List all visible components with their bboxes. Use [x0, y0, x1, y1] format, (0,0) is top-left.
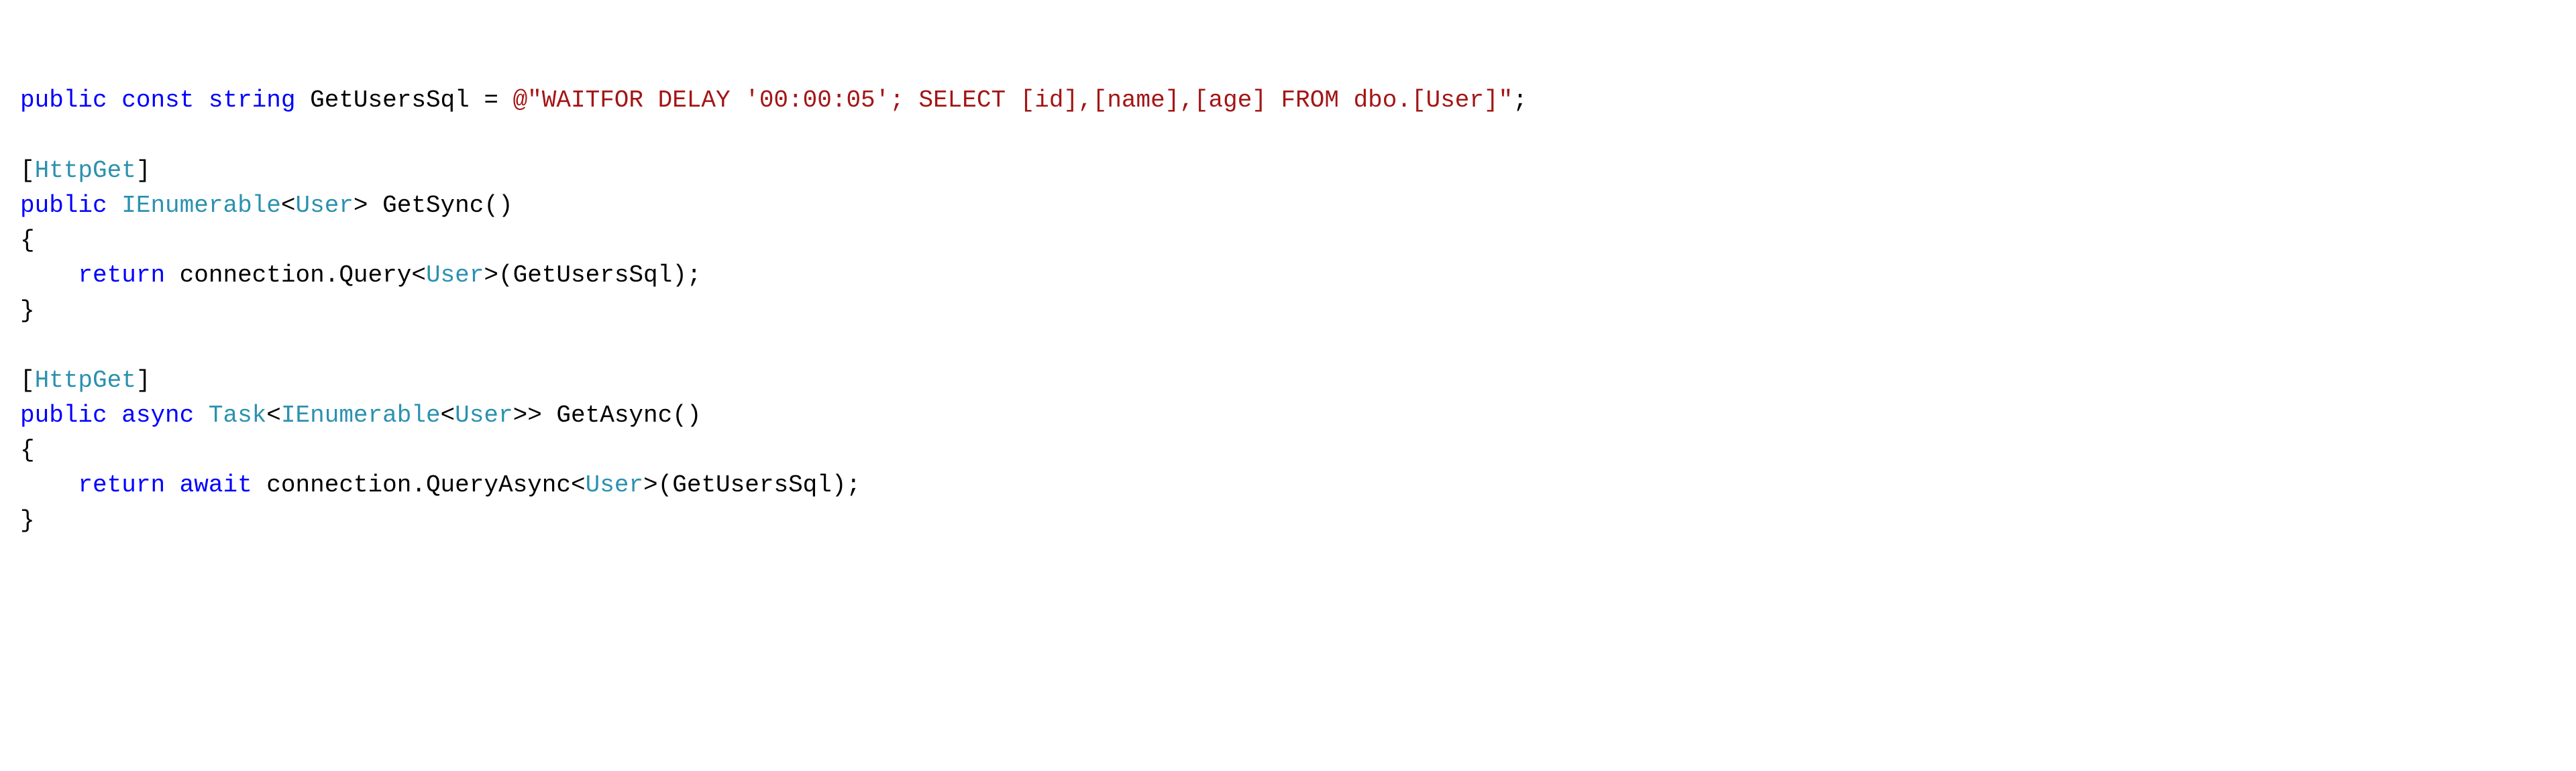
- brace-open: {: [20, 227, 35, 254]
- space: [252, 471, 267, 499]
- keyword-async: async: [121, 402, 194, 429]
- type-user: User: [426, 261, 484, 289]
- type-ienumerable: IEnumerable: [281, 402, 441, 429]
- dot: .: [325, 261, 339, 289]
- space: [107, 86, 122, 114]
- attr-open-bracket: [: [20, 367, 35, 394]
- identifier-getuserssql: GetUsersSql: [513, 261, 673, 289]
- semicolon: ;: [687, 261, 702, 289]
- semicolon: ;: [1513, 86, 1527, 114]
- keyword-return: return: [78, 261, 165, 289]
- space: [368, 192, 383, 219]
- attr-httpget: HttpGet: [35, 157, 136, 184]
- keyword-public: public: [20, 192, 107, 219]
- angle-gt: >: [354, 192, 368, 219]
- angle-gt: >: [513, 402, 528, 429]
- paren-close: ): [832, 471, 847, 499]
- attr-close-bracket: ]: [136, 157, 151, 184]
- type-user: User: [455, 402, 513, 429]
- identifier-connection: connection: [266, 471, 411, 499]
- semicolon: ;: [847, 471, 861, 499]
- keyword-const: const: [121, 86, 194, 114]
- keyword-return: return: [78, 471, 165, 499]
- paren-open: (: [498, 261, 513, 289]
- angle-lt: <: [411, 261, 426, 289]
- dot: .: [411, 471, 426, 499]
- keyword-public: public: [20, 402, 107, 429]
- brace-open: {: [20, 436, 35, 464]
- attr-open-bracket: [: [20, 157, 35, 184]
- indent: [20, 471, 78, 499]
- angle-gt: >: [643, 471, 658, 499]
- identifier-query: Query: [339, 261, 411, 289]
- angle-lt: <: [441, 402, 455, 429]
- type-user: User: [295, 192, 353, 219]
- space: [194, 86, 209, 114]
- brace-close: }: [20, 297, 35, 324]
- space: [107, 402, 122, 429]
- space: [107, 192, 122, 219]
- angle-gt: >: [527, 402, 542, 429]
- type-task: Task: [209, 402, 266, 429]
- string-sql-literal: "WAITFOR DELAY '00:00:05'; SELECT [id],[…: [527, 86, 1513, 114]
- space: [542, 402, 557, 429]
- operator-equals: =: [470, 86, 513, 114]
- string-at: @: [513, 86, 528, 114]
- code-block: public const string GetUsersSql = @"WAIT…: [20, 83, 2556, 538]
- method-getasync: GetAsync: [556, 402, 672, 429]
- identifier-connection: connection: [180, 261, 325, 289]
- keyword-await: await: [180, 471, 252, 499]
- space: [296, 86, 311, 114]
- attr-close-bracket: ]: [136, 367, 151, 394]
- angle-lt: <: [281, 192, 296, 219]
- identifier-getuserssql: GetUsersSql: [672, 471, 832, 499]
- type-ienumerable: IEnumerable: [121, 192, 281, 219]
- identifier-queryasync: QueryAsync: [426, 471, 571, 499]
- angle-gt: >: [484, 261, 498, 289]
- indent: [20, 261, 78, 289]
- attr-httpget: HttpGet: [35, 367, 136, 394]
- keyword-public: public: [20, 86, 107, 114]
- paren-close: ): [672, 261, 687, 289]
- space: [194, 402, 209, 429]
- method-getsync: GetSync: [382, 192, 484, 219]
- parens: (): [672, 402, 701, 429]
- type-user: User: [586, 471, 643, 499]
- parens: (): [484, 192, 513, 219]
- paren-open: (: [658, 471, 673, 499]
- angle-lt: <: [571, 471, 586, 499]
- space: [165, 261, 180, 289]
- identifier-getuserssql: GetUsersSql: [310, 86, 470, 114]
- space: [165, 471, 180, 499]
- angle-lt: <: [266, 402, 281, 429]
- keyword-string: string: [209, 86, 296, 114]
- brace-close: }: [20, 507, 35, 534]
